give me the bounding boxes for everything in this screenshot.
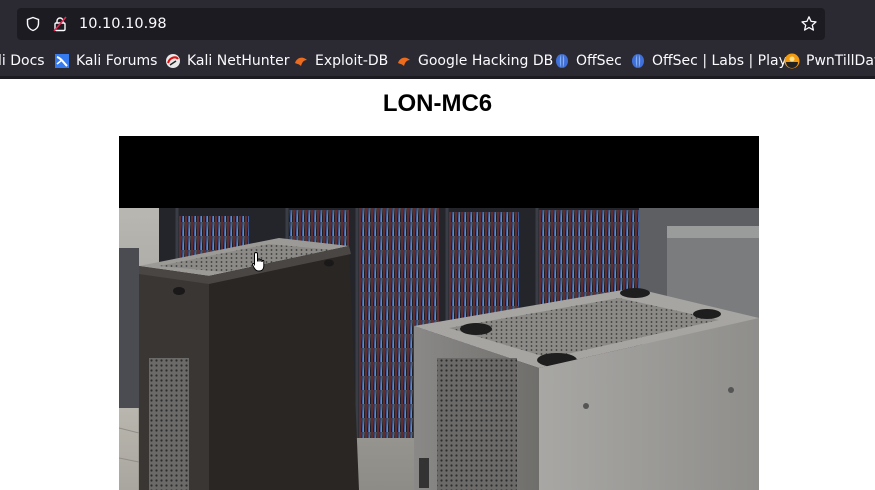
- lock-warning-icon[interactable]: [50, 8, 70, 40]
- ghdb-icon: [396, 53, 412, 69]
- pwntilldawn-icon: [784, 53, 800, 69]
- bookmark-kali-forums[interactable]: Kali Forums: [54, 47, 157, 74]
- url-bar[interactable]: 10.10.10.98: [17, 8, 825, 40]
- bookmark-label: Kali Forums: [76, 52, 158, 69]
- bookmark-label: Kali NetHunter: [187, 52, 290, 69]
- hand-cursor-icon: [251, 251, 265, 272]
- kali-forums-icon: [54, 53, 70, 69]
- bookmark-google-hacking-db[interactable]: Google Hacking DB: [396, 47, 553, 74]
- url-text[interactable]: 10.10.10.98: [79, 8, 167, 40]
- bookmark-offsec[interactable]: OffSec: [554, 47, 622, 74]
- bookmark-label: Exploit-DB: [315, 52, 389, 69]
- page-title: LON-MC6: [382, 90, 493, 117]
- camera-feed: [119, 136, 759, 490]
- bookmark-label: OffSec | Labs | Play: [652, 52, 787, 69]
- bookmark-offsec-labs[interactable]: OffSec | Labs | Play: [630, 47, 787, 74]
- bookmark-kali-nethunter[interactable]: Kali NetHunter: [165, 47, 289, 74]
- browser-toolbar: 10.10.10.98: [0, 0, 875, 47]
- bookmark-label: PwnTillDaw: [806, 52, 875, 69]
- feed-letterbox: [119, 136, 759, 208]
- bookmark-exploit-db[interactable]: Exploit-DB: [293, 47, 388, 74]
- bookmark-kali-docs[interactable]: li Docs: [0, 47, 45, 74]
- toolbar-divider: [0, 76, 875, 79]
- bookmark-star-icon[interactable]: [799, 8, 819, 40]
- bookmark-label: OffSec: [576, 52, 622, 69]
- offsec-icon: [554, 53, 570, 69]
- offsec-labs-icon: [630, 53, 646, 69]
- kali-nethunter-icon: [165, 53, 181, 69]
- bookmark-label: li Docs: [0, 52, 45, 69]
- bookmark-label: Google Hacking DB: [418, 52, 554, 69]
- camera-feed-image: [119, 208, 759, 490]
- browser-chrome: 10.10.10.98 li Docs Kali Forums Kali Net…: [0, 0, 875, 79]
- shield-icon[interactable]: [23, 8, 43, 40]
- bookmark-pwntilldawn[interactable]: PwnTillDaw: [784, 47, 875, 74]
- bookmarks-toolbar: li Docs Kali Forums Kali NetHunter Explo…: [0, 47, 875, 74]
- exploit-db-icon: [293, 53, 309, 69]
